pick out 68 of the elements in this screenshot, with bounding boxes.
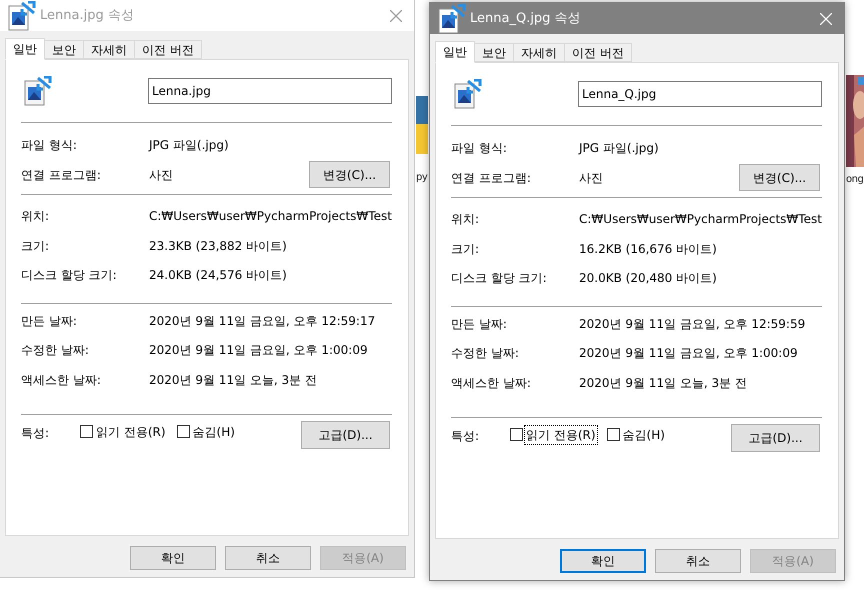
field-value: 2020년 9월 11일 오늘, 3분 전	[579, 374, 747, 392]
checkbox-label[interactable]: 숨김(H)	[192, 422, 236, 440]
tab[interactable]: 보안	[45, 40, 84, 59]
file-name-field[interactable]: Lenna_Q.jpg	[578, 81, 822, 107]
field-label: 디스크 할당 크기:	[451, 270, 548, 288]
field-value: C:₩Users₩user₩PycharmProjects₩Test	[149, 208, 392, 226]
field-label: 연결 프로그램:	[21, 166, 102, 184]
tab[interactable]: 이전 버전	[135, 40, 202, 59]
field-value: C:₩Users₩user₩PycharmProjects₩Test	[579, 211, 822, 228]
file-label: py	[416, 171, 428, 185]
advanced-button[interactable]: 고급(D)...	[301, 420, 390, 448]
change-button[interactable]: 변경(C)...	[309, 161, 390, 188]
window-title: Lenna_Q.jpg 속성	[470, 10, 581, 28]
field-label: 위치:	[451, 211, 480, 228]
field-value: JPG 파일(.jpg)	[579, 140, 659, 157]
field-label: 파일 형식:	[21, 136, 78, 154]
close-icon	[390, 10, 402, 22]
file-label: ong	[846, 173, 864, 187]
field-label: 크기:	[21, 238, 50, 255]
field-value: 2020년 9월 11일 금요일, 오후 12:59:59	[579, 316, 806, 333]
field-label: 액세스한 날짜:	[451, 374, 532, 392]
field-value: 24.0KB (24,576 바이트)	[149, 267, 287, 284]
field-value: 2020년 9월 11일 금요일, 오후 12:59:17	[149, 312, 376, 330]
tab[interactable]: 일반	[5, 38, 45, 60]
field-label: 위치:	[21, 208, 50, 226]
field-label: 수정한 날짜:	[451, 345, 520, 362]
checkbox-label[interactable]: 읽기 전용(R)	[525, 426, 597, 444]
field-label: 크기:	[451, 240, 480, 258]
field-value: JPG 파일(.jpg)	[149, 136, 229, 154]
field-label: 액세스한 날짜:	[21, 372, 102, 389]
attributes-label: 특성:	[21, 424, 50, 442]
change-button[interactable]: 변경(C)...	[739, 164, 820, 191]
close-icon	[820, 12, 832, 24]
dialog-button[interactable]: 확인	[130, 546, 216, 570]
checkbox[interactable]	[510, 428, 523, 441]
checkbox-label[interactable]: 숨김(H)	[622, 426, 666, 444]
checkbox[interactable]	[176, 425, 190, 438]
dialog-button[interactable]: 취소	[655, 549, 741, 573]
image-file-icon	[24, 76, 52, 106]
field-label: 연결 프로그램:	[451, 170, 532, 186]
advanced-button[interactable]: 고급(D)...	[731, 424, 820, 452]
field-label: 디스크 할당 크기:	[21, 267, 118, 284]
field-value: 2020년 9월 11일 오늘, 3분 전	[149, 372, 317, 389]
attributes-label: 특성:	[451, 428, 480, 444]
field-label: 수정한 날짜:	[21, 342, 90, 360]
field-label: 파일 형식:	[451, 140, 508, 157]
field-value: 2020년 9월 11일 금요일, 오후 1:00:09	[149, 342, 368, 360]
field-value: 2020년 9월 11일 금요일, 오후 1:00:09	[579, 345, 798, 362]
tab[interactable]: 자세히	[84, 40, 135, 59]
field-label: 만든 날짜:	[21, 312, 78, 330]
dialog-button[interactable]: 취소	[225, 546, 311, 570]
image-file-icon	[454, 79, 482, 109]
tab[interactable]: 자세히	[514, 43, 565, 62]
tab[interactable]: 이전 버전	[565, 43, 632, 62]
checkbox[interactable]	[80, 425, 93, 438]
checkbox[interactable]	[606, 428, 620, 441]
file-name-field[interactable]: Lenna.jpg	[148, 78, 392, 104]
dialog-button[interactable]: 확인	[560, 549, 646, 573]
field-value: 사진	[579, 170, 603, 186]
checkbox-label[interactable]: 읽기 전용(R)	[95, 422, 167, 440]
window-title: Lenna.jpg 속성	[40, 6, 134, 25]
field-value: 23.3KB (23,882 바이트)	[149, 238, 287, 255]
tab[interactable]: 일반	[435, 41, 475, 63]
field-label: 만든 날짜:	[451, 316, 508, 333]
tab[interactable]: 보안	[475, 43, 514, 62]
field-value: 16.2KB (16,676 바이트)	[579, 240, 717, 258]
field-value: 사진	[149, 166, 173, 184]
field-value: 20.0KB (20,480 바이트)	[579, 270, 717, 288]
